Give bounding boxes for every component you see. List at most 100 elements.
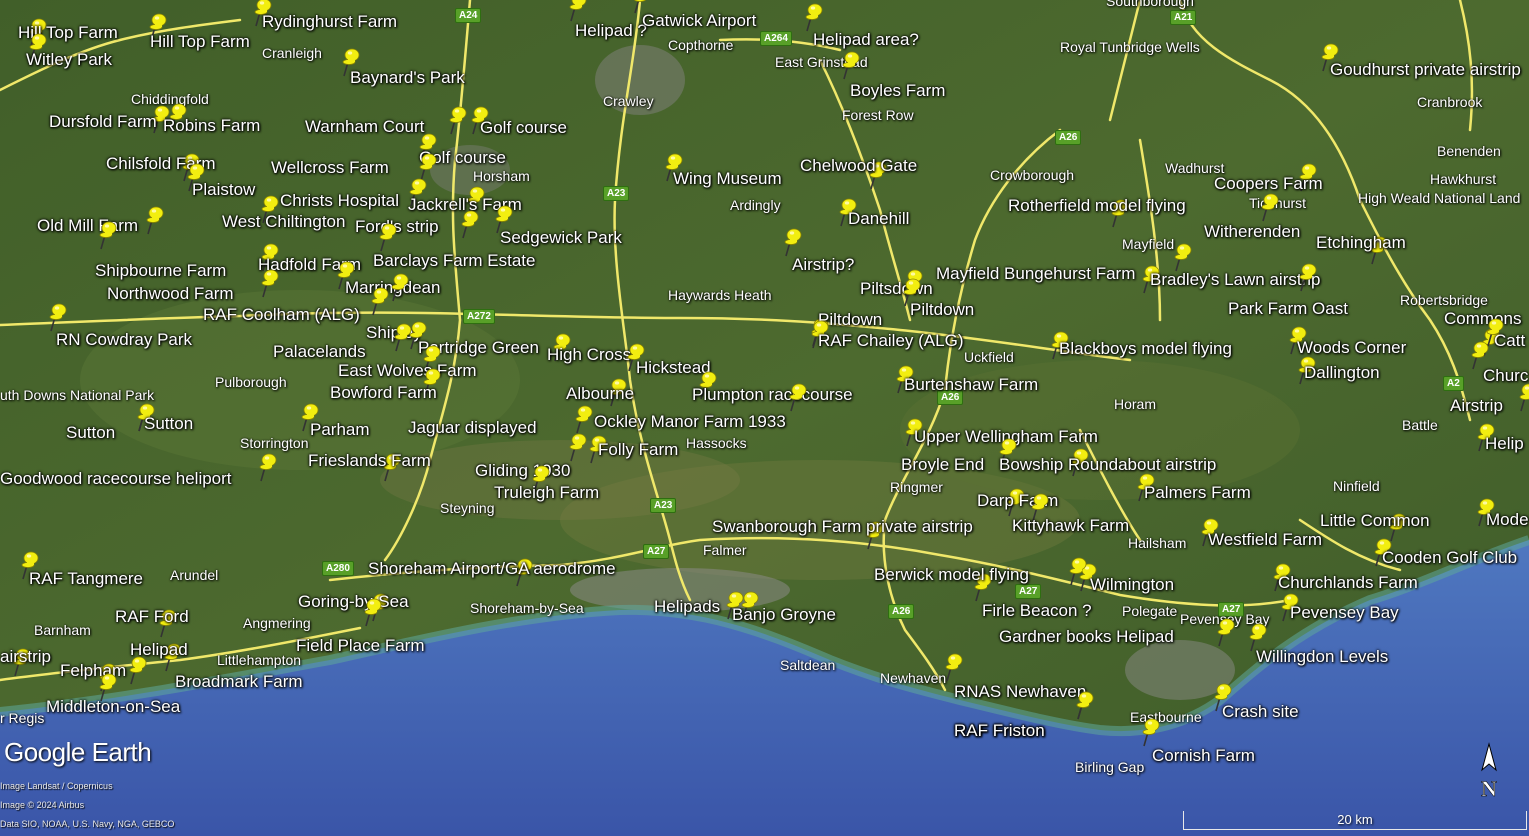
- placemark-label[interactable]: Hill Top Farm: [150, 33, 250, 50]
- yellow-pushpin-icon[interactable]: [1071, 690, 1097, 720]
- yellow-pushpin-icon[interactable]: [456, 209, 482, 239]
- placemark-label[interactable]: Blackboys model flying: [1059, 340, 1232, 357]
- yellow-pushpin-icon[interactable]: [359, 597, 385, 627]
- yellow-pushpin-icon[interactable]: [940, 652, 966, 682]
- placemark-label[interactable]: RAF Coolham (ALG): [203, 306, 360, 323]
- placemark-label[interactable]: Shoreham Airport/GA aerodrome: [368, 560, 616, 577]
- placemark-label[interactable]: Goring-by-Sea: [298, 593, 409, 610]
- placemark-label[interactable]: Park Farm Oast: [1228, 300, 1348, 317]
- yellow-pushpin-icon[interactable]: [124, 655, 150, 685]
- placemark-label[interactable]: Mode: [1486, 511, 1529, 528]
- placemark-label[interactable]: Broadmark Farm: [175, 673, 303, 690]
- placemark-label[interactable]: Berwick model flying: [874, 566, 1029, 583]
- placemark-label[interactable]: RN Cowdray Park: [56, 331, 192, 348]
- placemark-label[interactable]: Palacelands: [273, 343, 366, 360]
- placemark-label[interactable]: RAF Chailey (ALG): [818, 332, 963, 349]
- placemark-label[interactable]: Christs Hospital: [280, 192, 399, 209]
- placemark-label[interactable]: Churchlands Farm: [1278, 574, 1418, 591]
- placemark-label[interactable]: Dallington: [1304, 364, 1380, 381]
- placemark-label[interactable]: Folly Farm: [598, 441, 678, 458]
- placemark-label[interactable]: Ockley Manor Farm 1933: [594, 413, 786, 430]
- placemark-label[interactable]: RAF Tangmere: [29, 570, 143, 587]
- placemark-label[interactable]: Bowship Roundabout airstrip: [999, 456, 1216, 473]
- north-arrow-icon[interactable]: N: [1476, 742, 1502, 802]
- yellow-pushpin-icon[interactable]: [800, 2, 826, 32]
- placemark-label[interactable]: Swanborough Farm private airstrip: [712, 518, 973, 535]
- placemark-label[interactable]: Wellcross Farm: [271, 159, 389, 176]
- placemark-label[interactable]: Cooden Golf Club: [1382, 549, 1517, 566]
- placemark-label[interactable]: Wilmington: [1090, 576, 1174, 593]
- placemark-label[interactable]: RAF Ford: [115, 608, 189, 625]
- placemark-label[interactable]: Firle Beacon ?: [982, 602, 1092, 619]
- placemark-label[interactable]: Plaistow: [192, 181, 255, 198]
- placemark-label[interactable]: Northwood Farm: [107, 285, 234, 302]
- yellow-pushpin-icon[interactable]: [1212, 617, 1238, 647]
- placemark-label[interactable]: Witley Park: [26, 51, 112, 68]
- placemark-label[interactable]: Airstrip?: [792, 256, 854, 273]
- placemark-label[interactable]: Westfield Farm: [1208, 531, 1322, 548]
- placemark-label[interactable]: Goodwood racecourse heliport: [0, 470, 232, 487]
- placemark-label[interactable]: Parham: [310, 421, 370, 438]
- placemark-label[interactable]: Little Common: [1320, 512, 1430, 529]
- placemark-label[interactable]: Sutton: [66, 424, 115, 441]
- placemark-label[interactable]: Plumpton racecourse: [692, 386, 853, 403]
- placemark-label[interactable]: RNAS Newhaven: [954, 683, 1086, 700]
- yellow-pushpin-icon[interactable]: [1514, 382, 1529, 412]
- yellow-pushpin-icon[interactable]: [1169, 242, 1195, 272]
- placemark-label[interactable]: Coopers Farm: [1214, 175, 1323, 192]
- placemark-label[interactable]: Crash site: [1222, 703, 1299, 720]
- placemark-label[interactable]: Burtenshaw Farm: [904, 376, 1038, 393]
- placemark-label[interactable]: Barclays Farm Estate: [373, 252, 536, 269]
- placemark-label[interactable]: Palmers Farm: [1144, 484, 1251, 501]
- yellow-pushpin-icon[interactable]: [564, 0, 590, 22]
- placemark-label[interactable]: Truleigh Farm: [494, 484, 599, 501]
- placemark-label[interactable]: Warnham Court: [305, 118, 424, 135]
- placemark-label[interactable]: Helipad ?: [575, 22, 647, 39]
- yellow-pushpin-icon[interactable]: [1064, 556, 1090, 586]
- yellow-pushpin-icon[interactable]: [94, 220, 120, 250]
- placemark-label[interactable]: Goudhurst private airstrip: [1330, 61, 1521, 78]
- placemark-label[interactable]: Jaguar displayed: [408, 419, 537, 436]
- placemark-label[interactable]: Middleton-on-Sea: [46, 698, 180, 715]
- placemark-label[interactable]: Catt: [1494, 332, 1525, 349]
- placemark-label[interactable]: Airstrip: [1450, 397, 1503, 414]
- placemark-label[interactable]: Baynard's Park: [350, 69, 465, 86]
- placemark-label[interactable]: Rydinghurst Farm: [262, 13, 397, 30]
- placemark-label[interactable]: Shipbourne Farm: [95, 262, 226, 279]
- placemark-label[interactable]: RAF Friston: [954, 722, 1045, 739]
- placemark-label[interactable]: Frieslands Farm: [308, 452, 431, 469]
- placemark-label[interactable]: Helipad area?: [813, 31, 919, 48]
- placemark-label[interactable]: Mayfield Bungehurst Farm: [936, 265, 1135, 282]
- placemark-label[interactable]: Wing Museum: [673, 170, 782, 187]
- yellow-pushpin-icon[interactable]: [254, 452, 280, 482]
- placemark-label[interactable]: Old Mill Farm: [37, 217, 138, 234]
- yellow-pushpin-icon[interactable]: [141, 205, 167, 235]
- yellow-pushpin-icon[interactable]: [1137, 717, 1163, 747]
- satellite-map-view[interactable]: A24 A264 A21 A26 A23 A272 A23 A27 A280 A…: [0, 0, 1529, 836]
- placemark-label[interactable]: Kittyhawk Farm: [1012, 517, 1129, 534]
- yellow-pushpin-icon[interactable]: [386, 272, 412, 302]
- placemark-label[interactable]: Woods Corner: [1297, 339, 1406, 356]
- placemark-label[interactable]: Willingdon Levels: [1256, 648, 1388, 665]
- yellow-pushpin-icon[interactable]: [837, 50, 863, 80]
- placemark-label[interactable]: Gliding 1930: [475, 462, 570, 479]
- placemark-label[interactable]: Etchingham: [1316, 234, 1406, 251]
- placemark-label[interactable]: Gatwick Airport: [642, 12, 756, 29]
- placemark-label[interactable]: Boyles Farm: [850, 82, 945, 99]
- placemark-label[interactable]: Robins Farm: [163, 117, 260, 134]
- yellow-pushpin-icon[interactable]: [1294, 262, 1320, 292]
- placemark-label[interactable]: East Wolves Farm: [338, 362, 477, 379]
- placemark-label[interactable]: Dursfold Farm: [49, 113, 157, 130]
- placemark-label[interactable]: West Chiltington: [222, 213, 345, 230]
- placemark-label[interactable]: Bowford Farm: [330, 384, 437, 401]
- placemark-label[interactable]: Helipads: [654, 598, 720, 615]
- placemark-label[interactable]: Sutton: [144, 415, 193, 432]
- placemark-label[interactable]: Helip: [1485, 435, 1524, 452]
- placemark-label[interactable]: Cornish Farm: [1152, 747, 1255, 764]
- placemark-label[interactable]: Danehill: [848, 210, 909, 227]
- placemark-label[interactable]: Albourne: [566, 385, 634, 402]
- yellow-pushpin-icon[interactable]: [779, 227, 805, 257]
- placemark-label[interactable]: Witherenden: [1204, 223, 1300, 240]
- yellow-pushpin-icon[interactable]: [374, 222, 400, 252]
- placemark-label[interactable]: Pevensey Bay: [1290, 604, 1399, 621]
